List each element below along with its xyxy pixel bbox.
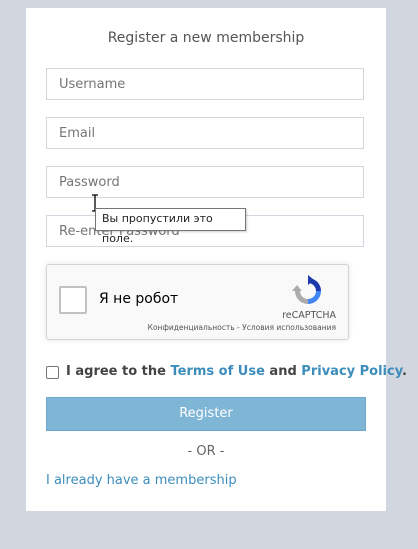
terms-agreement: I agree to the Terms of Use and Privacy …: [46, 363, 407, 383]
recaptcha-links: Конфиденциальность - Условия использован…: [148, 323, 336, 332]
recaptcha-logo-icon: [292, 275, 321, 304]
register-title: Register a new membership: [107, 30, 305, 46]
validation-tooltip: Вы пропустили это поле.: [95, 208, 246, 245]
agree-checkbox[interactable]: [46, 366, 59, 379]
agree-middle: and: [264, 364, 302, 379]
recaptcha-privacy-link[interactable]: Конфиденциальность: [148, 323, 235, 332]
email-input[interactable]: [46, 117, 364, 149]
recaptcha-terms-link[interactable]: Условия использования: [242, 323, 336, 332]
or-separator: - OR -: [187, 444, 225, 459]
recaptcha-widget: Я не робот reCAPTCHA Конфиденциальность …: [46, 264, 349, 340]
recaptcha-brand: reCAPTCHA: [282, 310, 336, 321]
terms-of-use-link[interactable]: Terms of Use: [171, 364, 265, 379]
recaptcha-checkbox[interactable]: [59, 286, 87, 314]
agree-text: I agree to the Terms of Use and Privacy …: [66, 364, 407, 379]
recaptcha-label: Я не робот: [99, 291, 179, 307]
register-button[interactable]: Register: [46, 397, 366, 431]
register-box: Register a new membership Вы пропустили …: [26, 8, 407, 511]
username-input[interactable]: [46, 68, 364, 100]
agree-prefix: I agree to the: [66, 364, 171, 379]
existing-membership-link[interactable]: I already have a membership: [46, 473, 237, 488]
agree-suffix: .: [402, 364, 407, 379]
privacy-policy-link[interactable]: Privacy Policy: [301, 364, 402, 379]
